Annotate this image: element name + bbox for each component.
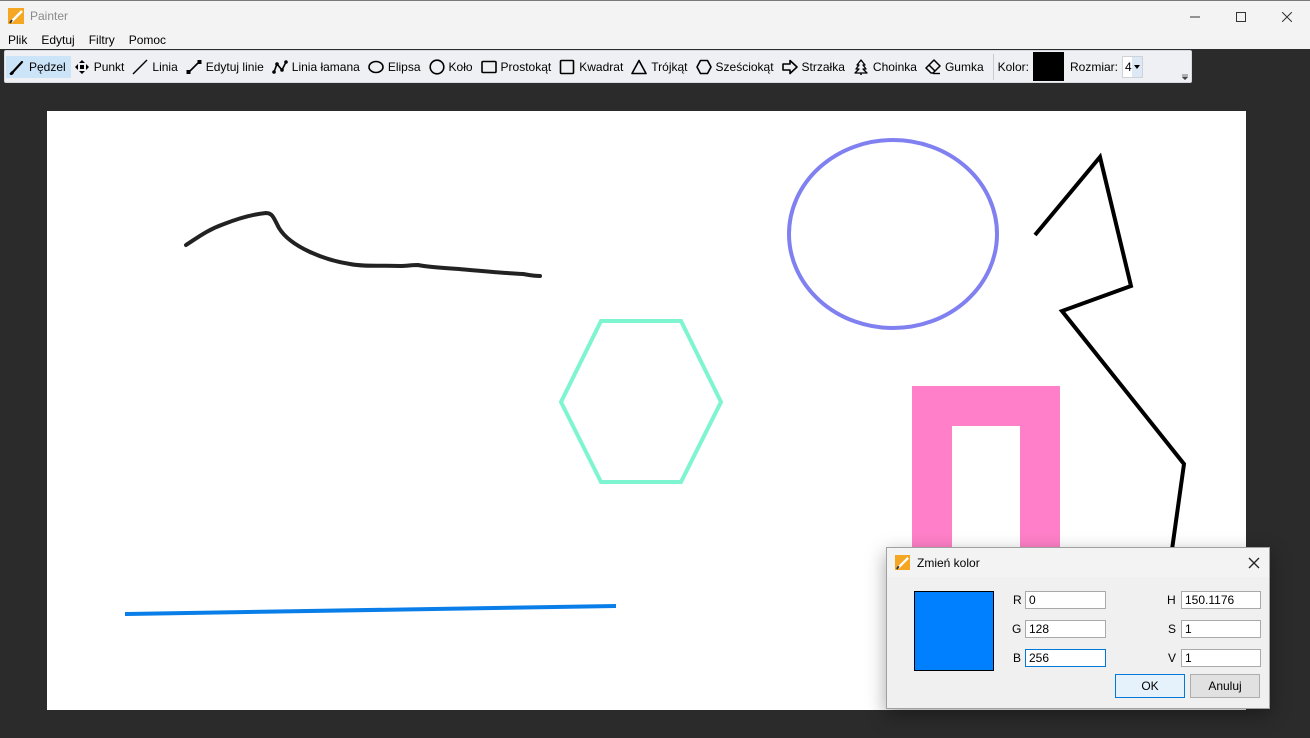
move-arrows-icon xyxy=(74,59,89,74)
painter-app-icon xyxy=(895,555,910,570)
title-bar: Painter xyxy=(0,0,1310,31)
h-input[interactable] xyxy=(1181,591,1261,609)
minimize-icon xyxy=(1190,16,1200,17)
b-input[interactable] xyxy=(1025,649,1106,667)
brush-icon xyxy=(9,60,24,75)
tool-label: Linia łamana xyxy=(291,59,360,74)
tool-brush[interactable]: Pędzel xyxy=(6,55,71,78)
tree-icon xyxy=(854,58,868,75)
tool-label: Koło xyxy=(448,59,473,74)
toolbar-separator xyxy=(992,53,994,80)
ellipse-icon xyxy=(368,60,384,73)
ok-button[interactable]: OK xyxy=(1115,674,1185,698)
size-value: 4 xyxy=(1125,59,1132,74)
hexagon-icon xyxy=(695,59,712,74)
tool-label: Sześciokąt xyxy=(715,59,774,74)
color-preview xyxy=(914,591,994,671)
maximize-icon xyxy=(1236,11,1246,22)
rectangle-shape xyxy=(912,386,1060,571)
g-input[interactable] xyxy=(1025,620,1106,638)
tool-label: Prostokąt xyxy=(500,59,552,74)
hexagon-shape xyxy=(558,319,724,484)
tool-rectangle[interactable]: Prostokąt xyxy=(478,56,557,78)
brush-stroke xyxy=(184,211,542,278)
r-input[interactable] xyxy=(1025,591,1106,609)
g-label: G xyxy=(1012,622,1022,636)
cancel-button[interactable]: Anuluj xyxy=(1190,674,1260,698)
window-title: Painter xyxy=(30,9,69,23)
tool-ellipse[interactable]: Elipsa xyxy=(365,56,426,78)
tool-label: Strzałka xyxy=(801,59,845,74)
close-window-button[interactable] xyxy=(1264,1,1310,32)
painter-app-icon xyxy=(8,8,24,24)
tool-edit-lines[interactable]: Edytuj linie xyxy=(183,56,269,78)
r-label: R xyxy=(1013,593,1022,607)
tool-tree[interactable]: Choinka xyxy=(850,56,922,78)
tool-label: Linia xyxy=(152,59,178,74)
close-icon[interactable] xyxy=(1245,554,1263,572)
menu-edit[interactable]: Edytuj xyxy=(33,31,80,49)
ellipse-shape xyxy=(787,138,999,330)
close-icon xyxy=(1282,11,1292,22)
tool-label: Kwadrat xyxy=(579,59,624,74)
dialog-title: Zmień kolor xyxy=(917,556,980,570)
vertical-scrollbar[interactable] xyxy=(1294,84,1310,738)
edit-line-icon xyxy=(186,59,202,74)
tool-label: Gumka xyxy=(944,59,984,74)
tool-label: Trójkąt xyxy=(651,59,688,74)
tool-label: Pędzel xyxy=(29,59,66,74)
s-input[interactable] xyxy=(1181,620,1261,638)
color-label: Kolor: xyxy=(997,59,1029,74)
tool-line[interactable]: Linia xyxy=(129,56,182,78)
tool-label: Punkt xyxy=(93,59,125,74)
tool-point[interactable]: Punkt xyxy=(71,56,130,78)
toolbar-overflow-icon[interactable] xyxy=(1182,74,1188,80)
tool-eraser[interactable]: Gumka xyxy=(922,56,989,78)
line-shape xyxy=(124,604,617,616)
menu-filters[interactable]: Filtry xyxy=(81,31,121,49)
change-color-dialog: Zmień kolor R G B H S V OK Anuluj xyxy=(886,547,1270,709)
rectangle-icon xyxy=(480,60,497,73)
b-label: B xyxy=(1013,651,1022,665)
arrow-icon xyxy=(781,59,798,74)
tool-polyline[interactable]: Linia łamana xyxy=(269,56,365,78)
tool-arrow[interactable]: Strzałka xyxy=(779,56,850,78)
line-icon xyxy=(132,59,148,74)
color-picker-swatch[interactable] xyxy=(1032,52,1064,81)
size-select[interactable]: 4 xyxy=(1122,55,1143,78)
tool-label: Choinka xyxy=(872,59,917,74)
tool-square[interactable]: Kwadrat xyxy=(556,56,628,78)
eraser-icon xyxy=(925,58,941,74)
minimize-button[interactable] xyxy=(1172,1,1218,32)
menu-help[interactable]: Pomoc xyxy=(121,31,172,49)
size-label: Rozmiar: xyxy=(1069,59,1118,74)
menu-file[interactable]: Plik xyxy=(0,31,33,49)
menu-bar: Plik Edytuj Filtry Pomoc xyxy=(0,31,1310,49)
toolbar: Pędzel Punkt Linia Edytuj linie Linia ła… xyxy=(4,50,1192,83)
tool-circle[interactable]: Koło xyxy=(426,56,478,78)
h-label: H xyxy=(1167,593,1176,607)
tool-label: Elipsa xyxy=(387,59,421,74)
maximize-button[interactable] xyxy=(1218,1,1264,32)
triangle-icon xyxy=(631,59,648,74)
tool-label: Edytuj linie xyxy=(205,59,264,74)
polyline-icon xyxy=(271,59,288,74)
dialog-title-bar: Zmień kolor xyxy=(887,548,1269,577)
v-label: V xyxy=(1168,651,1177,665)
tool-triangle[interactable]: Trójkąt xyxy=(628,56,692,78)
circle-icon xyxy=(428,58,445,75)
s-label: S xyxy=(1168,622,1177,636)
square-icon xyxy=(559,59,575,74)
chevron-down-icon[interactable] xyxy=(1132,56,1142,77)
tool-hexagon[interactable]: Sześciokąt xyxy=(693,56,779,78)
v-input[interactable] xyxy=(1181,649,1261,667)
